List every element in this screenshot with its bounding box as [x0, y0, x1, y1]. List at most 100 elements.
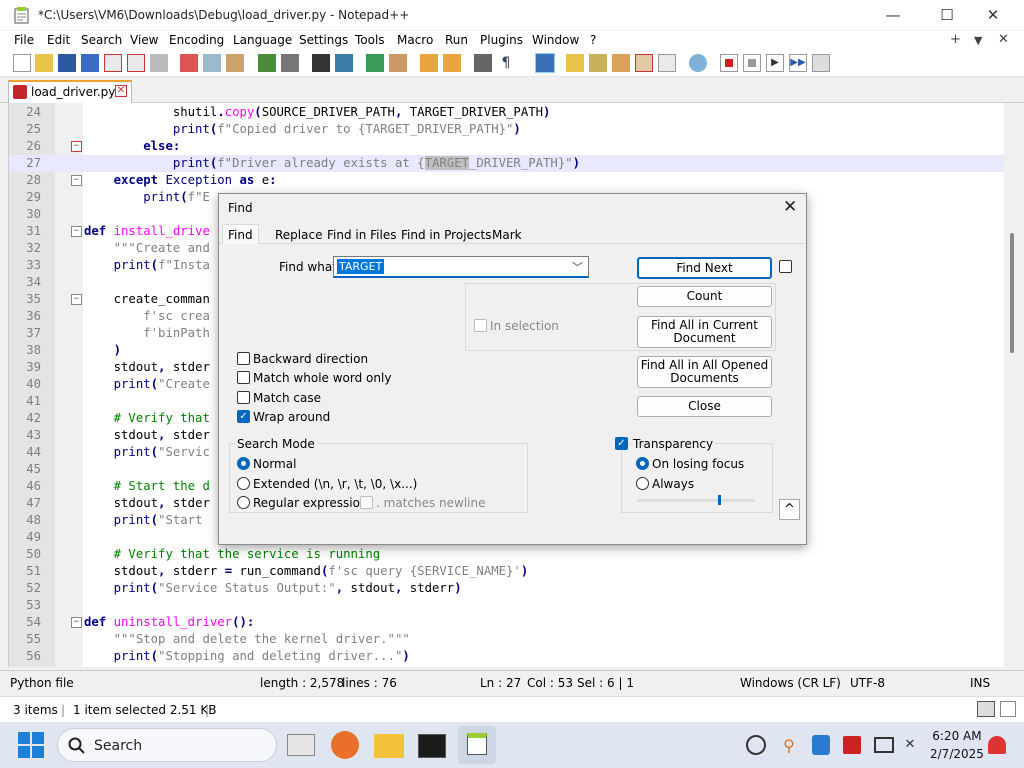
new-file-icon[interactable] [13, 54, 31, 72]
tab-load-driver[interactable]: load_driver.py ✕ [8, 80, 132, 103]
defender-tray-icon[interactable] [812, 735, 830, 755]
word-wrap-icon[interactable] [474, 54, 492, 72]
antivirus-tray-icon[interactable] [843, 736, 861, 754]
menu-tools[interactable]: Tools [355, 33, 385, 47]
sync-vertical-icon[interactable] [420, 54, 438, 72]
menu-view[interactable]: View [130, 33, 158, 47]
find-next-button[interactable]: Find Next [637, 257, 772, 279]
close-doc-icon[interactable]: ✕ [998, 32, 1009, 47]
firefox-icon[interactable] [331, 731, 359, 759]
run-macro-multiple-icon[interactable]: ▶▶ [789, 54, 807, 72]
show-all-chars-icon[interactable]: ¶ [497, 54, 515, 72]
wrap-around-checkbox[interactable]: ✓ [237, 410, 250, 423]
find-dialog-close-icon[interactable]: ✕ [783, 197, 797, 217]
status-encoding[interactable]: UTF-8 [850, 676, 885, 690]
match-whole-word-checkbox[interactable] [237, 371, 250, 384]
close-all-icon[interactable] [127, 54, 145, 72]
extended-radio[interactable] [237, 477, 250, 490]
fold-toggle-icon[interactable]: − [71, 175, 82, 186]
network-tray-icon[interactable] [874, 737, 894, 753]
find-what-combobox[interactable]: TARGET ﹀ [333, 256, 589, 278]
menu-settings[interactable]: Settings [299, 33, 348, 47]
find-next-options-checkbox[interactable] [779, 260, 792, 273]
windows-start-icon[interactable] [18, 732, 44, 758]
terminal-icon[interactable] [418, 734, 446, 758]
replace-icon[interactable] [335, 54, 353, 72]
status-eol[interactable]: Windows (CR LF) [740, 676, 841, 690]
indent-guide-icon[interactable] [535, 53, 555, 73]
file-explorer-icon[interactable] [374, 734, 404, 758]
details-view-icon[interactable] [977, 701, 995, 717]
notepadpp-taskbar-item[interactable] [458, 726, 496, 764]
regex-radio[interactable] [237, 496, 250, 509]
menu-language[interactable]: Language [233, 33, 292, 47]
matches-newline-checkbox[interactable] [360, 496, 373, 509]
normal-radio[interactable] [237, 457, 250, 470]
save-all-icon[interactable] [81, 54, 99, 72]
menu-plugins[interactable]: Plugins [480, 33, 523, 47]
menu-help[interactable]: ? [590, 33, 596, 47]
task-view-icon[interactable] [287, 734, 315, 756]
fold-toggle-icon[interactable]: − [71, 226, 82, 237]
sync-tray-icon[interactable] [746, 735, 766, 755]
sync-horizontal-icon[interactable] [443, 54, 461, 72]
taskbar-search-box[interactable]: Search [57, 728, 277, 762]
stop-macro-icon[interactable] [743, 54, 761, 72]
vertical-scrollbar[interactable] [1004, 103, 1020, 667]
save-macro-icon[interactable] [812, 54, 830, 72]
redo-icon[interactable] [281, 54, 299, 72]
close-dialog-button[interactable]: Close [637, 396, 772, 417]
in-selection-checkbox[interactable] [474, 319, 487, 332]
tab-find[interactable]: Find [222, 224, 259, 244]
scrollbar-thumb[interactable] [1010, 233, 1014, 353]
print-icon[interactable] [150, 54, 168, 72]
on-losing-focus-radio[interactable] [636, 457, 649, 470]
record-macro-icon[interactable] [720, 54, 738, 72]
menu-macro[interactable]: Macro [397, 33, 433, 47]
chevron-down-icon[interactable]: ﹀ [572, 259, 583, 275]
find-icon[interactable] [312, 54, 330, 72]
maximize-button[interactable]: ☐ [924, 0, 970, 30]
play-macro-icon[interactable]: ▶ [766, 54, 784, 72]
backward-direction-checkbox[interactable] [237, 352, 250, 365]
menu-run[interactable]: Run [445, 33, 468, 47]
add-tab-icon[interactable]: + [950, 32, 961, 47]
minimize-button[interactable]: — [870, 0, 916, 30]
zoom-in-icon[interactable] [366, 54, 384, 72]
fold-toggle-icon[interactable]: − [71, 294, 82, 305]
status-insert-mode[interactable]: INS [970, 676, 990, 690]
menu-edit[interactable]: Edit [47, 33, 70, 47]
folder-workspace-icon[interactable] [635, 54, 653, 72]
tiles-view-icon[interactable] [1000, 701, 1016, 717]
tab-list-icon[interactable]: ▼ [974, 34, 982, 47]
menu-encoding[interactable]: Encoding [169, 33, 224, 47]
fold-toggle-icon[interactable]: − [71, 617, 82, 628]
tab-find-in-files[interactable]: Find in Files [327, 228, 397, 242]
monitoring-icon[interactable] [658, 54, 676, 72]
close-file-icon[interactable] [104, 54, 122, 72]
tab-mark[interactable]: Mark [492, 228, 522, 242]
function-list-icon[interactable] [612, 54, 630, 72]
slider-thumb[interactable] [718, 495, 721, 505]
menu-file[interactable]: File [14, 33, 34, 47]
collapse-dialog-button[interactable]: ^ [779, 499, 800, 520]
tab-close-icon[interactable]: ✕ [115, 85, 127, 97]
open-file-icon[interactable] [35, 54, 53, 72]
save-icon[interactable] [58, 54, 76, 72]
search-tray-icon[interactable]: ⚲ [780, 736, 798, 755]
transparency-checkbox[interactable]: ✓ [615, 437, 628, 450]
notification-bell-icon[interactable] [988, 736, 1006, 754]
paste-icon[interactable] [226, 54, 244, 72]
count-button[interactable]: Count [637, 286, 772, 307]
undo-icon[interactable] [258, 54, 276, 72]
cut-icon[interactable] [180, 54, 198, 72]
always-radio[interactable] [636, 477, 649, 490]
volume-muted-icon[interactable]: ✕ [901, 737, 919, 753]
zoom-out-icon[interactable] [389, 54, 407, 72]
menu-window[interactable]: Window [532, 33, 579, 47]
copy-icon[interactable] [203, 54, 221, 72]
clock[interactable]: 6:20 AM 2/7/2025 [930, 727, 984, 763]
menu-search[interactable]: Search [81, 33, 122, 47]
transparency-slider[interactable] [637, 495, 755, 505]
find-all-current-button[interactable]: Find All in Current Document [637, 316, 772, 348]
